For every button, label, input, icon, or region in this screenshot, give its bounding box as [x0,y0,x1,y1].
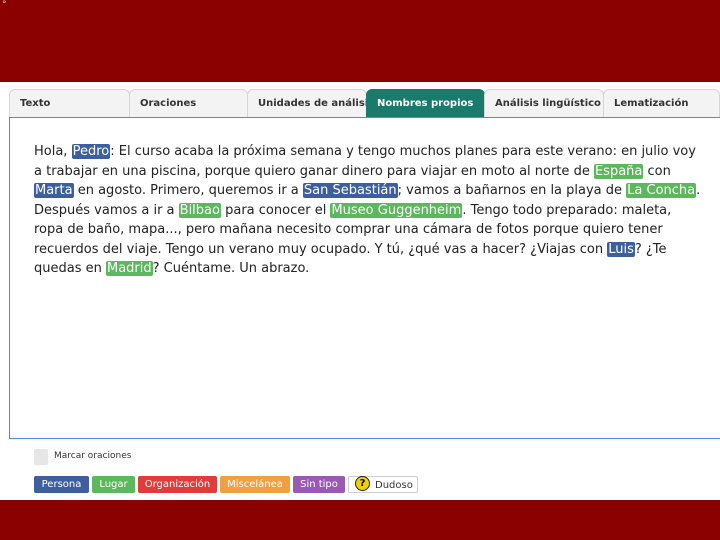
question-icon: ? [355,476,370,491]
entity-lugar[interactable]: Museo Guggenheim [330,202,463,218]
entity-lugar[interactable]: La Concha [626,183,697,198]
annotated-paragraph: Hola, Pedro: El curso acaba la próxima s… [34,142,704,279]
legend-dudoso-label: Dudoso [375,480,413,491]
text-segment: ; vamos a bañarnos en la playa de [397,183,627,198]
text-segment: para conocer el [220,202,331,218]
legend-lugar-button[interactable]: Lugar [92,476,135,493]
text-segment: con [643,163,671,179]
mark-sentences-checkbox[interactable] [34,449,48,465]
mark-sentences-label: Marcar oraciones [54,451,132,461]
legend-sin-tipo-button[interactable]: Sin tipo [293,476,345,493]
entity-persona[interactable]: Luis [607,241,635,257]
entity-persona[interactable]: Pedro [71,144,111,159]
legend-dudoso-button[interactable]: ? Dudoso [348,476,418,493]
tab-nombres-propios[interactable]: Nombres propios [366,89,485,117]
entity-lugar[interactable]: España [593,163,644,179]
entity-lugar[interactable]: Madrid [105,261,153,276]
tab-texto[interactable]: Texto [9,89,130,117]
tab-bar: Texto Oraciones Unidades de análisis Nom… [9,89,720,117]
annotated-text-box: Hola, Pedro: El curso acaba la próxima s… [9,117,720,439]
entity-persona[interactable]: San Sebastián [302,183,398,198]
entity-persona[interactable]: Marta [34,183,74,198]
tab-unidades-de-analisis[interactable]: Unidades de análisis [247,89,367,117]
tab-analisis-linguistico[interactable]: Análisis lingüístico [484,89,604,117]
legend-miscelanea-button[interactable]: Miscelánea [220,476,290,493]
header-band [0,0,720,82]
legend-persona-button[interactable]: Persona [34,476,89,493]
corner-mark: ° [2,0,7,10]
tab-lematizacion[interactable]: Lematización [603,89,720,117]
text-segment: en agosto. Primero, queremos ir a [73,183,303,198]
tab-oraciones[interactable]: Oraciones [129,89,248,117]
text-segment: Hola, [34,144,72,159]
entity-lugar[interactable]: Bilbao [178,202,221,218]
legend-organizacion-button[interactable]: Organización [138,476,217,493]
text-segment: ? Cuéntame. Un abrazo. [152,261,310,276]
footer-band [0,500,720,540]
